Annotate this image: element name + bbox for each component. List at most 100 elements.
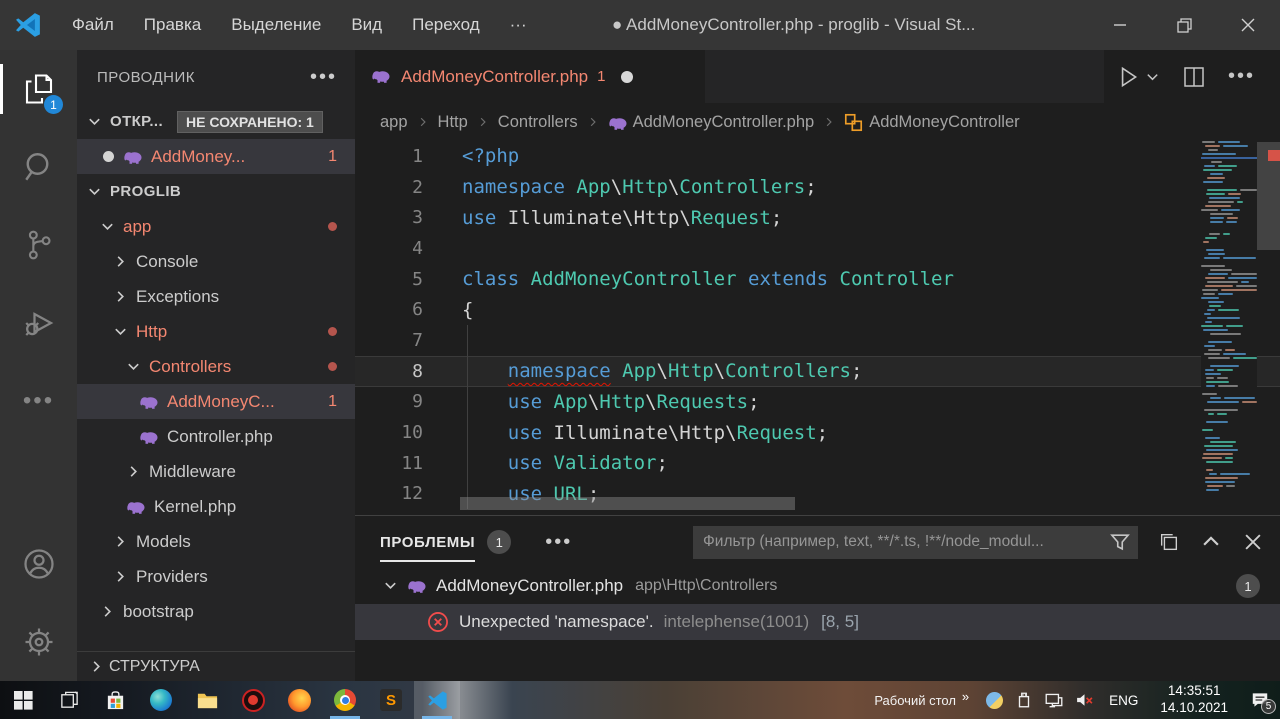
code-line-6[interactable]: 6{ (355, 294, 1280, 325)
file-explorer-icon[interactable] (184, 681, 230, 719)
minimize-button[interactable] (1088, 0, 1152, 50)
panel-more-tabs-icon[interactable]: ••• (545, 531, 572, 554)
code-line-7[interactable]: 7 (355, 325, 1280, 356)
outline-section-header[interactable]: СТРУКТУРА (77, 651, 355, 681)
desktop-toolbar-label[interactable]: Рабочий стол (874, 693, 956, 708)
source-control-icon[interactable] (0, 206, 77, 284)
tree-item-controller-php[interactable]: Controller.php (77, 419, 355, 454)
menu-Файл[interactable]: Файл (57, 0, 129, 50)
code-editor[interactable]: 1 <?php 2 namespace App\Http\Controllers; 3 u… (355, 141, 1280, 515)
breadcrumb-controllers[interactable]: Controllers (498, 113, 578, 132)
breadcrumb-http[interactable]: Http (438, 113, 468, 132)
task-view-icon[interactable] (46, 681, 92, 719)
notification-center-icon[interactable]: 5 (1240, 681, 1280, 719)
filter-funnel-icon[interactable] (1110, 532, 1130, 552)
tree-item-kernel-php[interactable]: Kernel.php (77, 489, 355, 524)
explorer-icon[interactable]: 1 (0, 50, 77, 128)
search-icon[interactable] (0, 128, 77, 206)
code-line-5[interactable]: 5 class AddMoneyController extends Contro… (355, 264, 1280, 295)
weather-icon[interactable] (979, 681, 1009, 719)
tree-item-middleware[interactable]: Middleware (77, 454, 355, 489)
minimap[interactable] (1201, 141, 1257, 515)
tree-item-providers[interactable]: Providers (77, 559, 355, 594)
explorer-badge: 1 (44, 95, 63, 114)
vertical-scrollbar[interactable] (1257, 141, 1280, 515)
split-editor-button[interactable] (1171, 50, 1217, 103)
tree-item-exceptions[interactable]: Exceptions (77, 279, 355, 314)
menu-Переход[interactable]: Переход (397, 0, 495, 50)
tree-item-http[interactable]: Http (77, 314, 355, 349)
breadcrumb-separator-icon (477, 115, 489, 129)
tree-item-controllers[interactable]: Controllers (77, 349, 355, 384)
sidebar-actions-icon[interactable]: ••• (310, 66, 337, 89)
system-tray: Рабочий стол » ENG 14:35:51 14.10.2021 5 (874, 681, 1280, 719)
menu-Правка[interactable]: Правка (129, 0, 216, 50)
sublime-text-icon[interactable]: S (368, 681, 414, 719)
editor-more-actions-button[interactable]: ••• (1217, 50, 1266, 103)
problem-file-row[interactable]: AddMoneyController.php app\Http\Controll… (355, 568, 1280, 604)
menu-···[interactable]: ··· (495, 0, 542, 50)
clock-date: 14.10.2021 (1160, 700, 1228, 715)
vscode-taskbar-icon[interactable] (414, 681, 460, 719)
breadcrumb-addmoneycontroller.php[interactable]: AddMoneyController.php (608, 113, 814, 132)
problem-file-path: app\Http\Controllers (635, 577, 778, 594)
php-file-icon (139, 427, 159, 447)
account-icon[interactable] (0, 525, 77, 603)
tab-problems[interactable]: ПРОБЛЕМЫ (380, 516, 476, 568)
horizontal-scrollbar[interactable] (460, 497, 795, 510)
php-file-icon (407, 576, 427, 596)
breadcrumb-app[interactable]: app (380, 113, 408, 132)
run-debug-icon[interactable] (0, 284, 77, 362)
menu-Вид[interactable]: Вид (336, 0, 397, 50)
more-views-icon[interactable]: ••• (0, 362, 77, 440)
code-line-11[interactable]: 11 use Validator; (355, 447, 1280, 479)
menu-Выделение[interactable]: Выделение (216, 0, 336, 50)
tree-item-addmoneyc-[interactable]: AddMoneyC... 1 (77, 384, 355, 419)
maximize-panel-icon[interactable] (1200, 531, 1222, 553)
close-panel-icon[interactable] (1242, 531, 1264, 553)
settings-gear-icon[interactable] (0, 603, 77, 681)
code-line-10[interactable]: 10 use Illuminate\Http\Request; (355, 417, 1280, 448)
tray-expand-icon[interactable]: » (962, 689, 969, 704)
tab-modified-dot[interactable] (621, 70, 634, 83)
error-overview-mark (1268, 150, 1280, 161)
network-icon[interactable] (1039, 681, 1069, 719)
php-file-icon (123, 147, 143, 167)
problems-panel: ПРОБЛЕМЫ 1 ••• AddMoneyControl (355, 515, 1280, 681)
run-button[interactable] (1104, 50, 1171, 103)
code-line-8[interactable]: 8 namespace App\Http\Controllers; (355, 355, 1280, 387)
chrome-icon[interactable] (322, 681, 368, 719)
code-line-1[interactable]: 1 <?php (355, 141, 1280, 172)
code-line-3[interactable]: 3 use Illuminate\Http\Request; (355, 202, 1280, 233)
tree-item-app[interactable]: app (77, 209, 355, 244)
close-window-button[interactable] (1216, 0, 1280, 50)
file-tree: PROGLIB app Console Exceptions Http Controlle… (77, 174, 355, 629)
filter-input[interactable] (693, 525, 1138, 559)
volume-muted-icon[interactable] (1069, 681, 1099, 719)
start-button-icon[interactable] (0, 681, 46, 719)
tree-item-console[interactable]: Console (77, 244, 355, 279)
scrollbar-thumb[interactable] (1257, 142, 1280, 250)
code-line-9[interactable]: 9 use App\Http\Requests; (355, 386, 1280, 418)
restore-button[interactable] (1152, 0, 1216, 50)
code-line-4[interactable]: 4 (355, 233, 1280, 264)
tab-addmoneycontroller[interactable]: AddMoneyController.php 1 (355, 50, 705, 103)
code-line-2[interactable]: 2 namespace App\Http\Controllers; (355, 172, 1280, 203)
tree-item-models[interactable]: Models (77, 524, 355, 559)
open-editor-item[interactable]: AddMoney... 1 (77, 139, 355, 174)
firefox-icon[interactable] (276, 681, 322, 719)
edge-icon[interactable] (138, 681, 184, 719)
tree-item-proglib[interactable]: PROGLIB (77, 174, 355, 209)
clock[interactable]: 14:35:51 14.10.2021 (1160, 683, 1228, 717)
collapse-all-icon[interactable] (1158, 531, 1180, 553)
red-utility-app-icon[interactable] (230, 681, 276, 719)
breadcrumb-addmoneycontroller[interactable]: AddMoneyController (844, 113, 1020, 132)
tree-item-bootstrap[interactable]: bootstrap (77, 594, 355, 629)
language-indicator[interactable]: ENG (1109, 693, 1138, 708)
problem-error-row[interactable]: Unexpected 'namespace'. intelephense(100… (355, 604, 1280, 640)
open-editors-header[interactable]: ОТКР... НЕ СОХРАНЕНО: 1 (77, 104, 355, 139)
error-position: [8, 5] (821, 612, 859, 631)
microsoft-store-icon[interactable] (92, 681, 138, 719)
error-dot-badge (328, 327, 337, 336)
usb-icon[interactable] (1009, 681, 1039, 719)
